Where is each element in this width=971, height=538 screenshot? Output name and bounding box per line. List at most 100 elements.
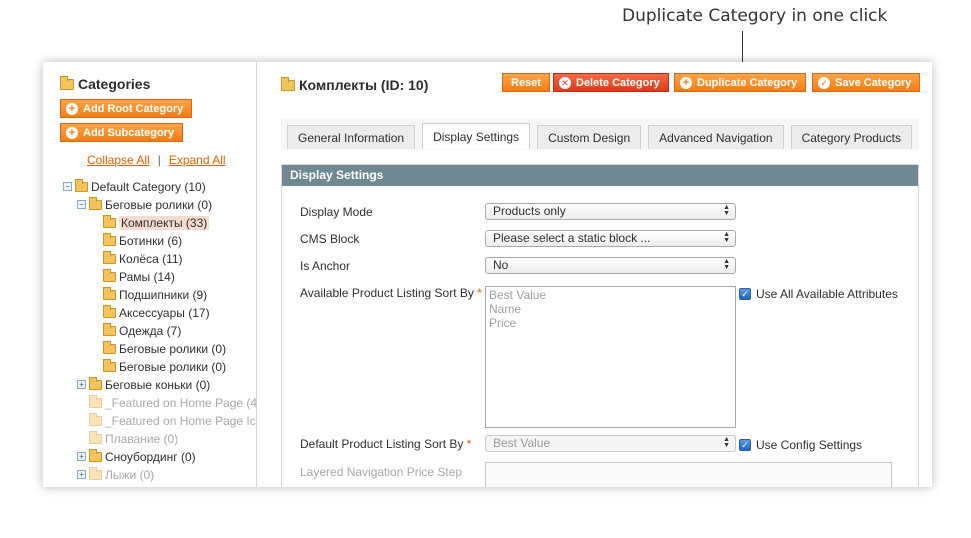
plus-icon: + bbox=[66, 102, 78, 115]
expand-toggle-icon[interactable]: + bbox=[77, 452, 86, 461]
tree-item[interactable]: Одежда (7) bbox=[103, 322, 181, 339]
tree-item-label: Подшипники (9) bbox=[119, 287, 208, 302]
tree-item[interactable]: Беговые ролики (0) bbox=[103, 340, 226, 357]
tree-item[interactable]: Плавание (0) bbox=[89, 430, 178, 447]
sort-by-label-text: Available Product Listing Sort By bbox=[300, 286, 474, 300]
use-config-settings-label: Use Config Settings bbox=[756, 438, 863, 452]
select-arrows-icon: ▲ ▼ bbox=[723, 204, 730, 217]
tree-item[interactable]: + Лыжи (0) bbox=[77, 466, 154, 483]
price-step-label: Layered Navigation Price Step bbox=[300, 465, 463, 479]
tree-item-label: Рамы (14) bbox=[119, 269, 175, 284]
tree-item-label: Комплекты (33) bbox=[119, 215, 210, 230]
is-anchor-value: No bbox=[493, 258, 509, 272]
folder-icon bbox=[103, 250, 116, 264]
page-title-text: Комплекты (ID: 10) bbox=[299, 77, 429, 93]
reset-label: Reset bbox=[511, 76, 541, 89]
expand-toggle-icon[interactable]: + bbox=[77, 380, 86, 389]
tree-item-label: Ботинки (6) bbox=[119, 233, 183, 248]
sort-by-label: Available Product Listing Sort By * bbox=[300, 286, 482, 300]
folder-icon bbox=[103, 268, 116, 282]
is-anchor-select[interactable]: No ▲ ▼ bbox=[485, 257, 736, 274]
expand-all-link[interactable]: Expand All bbox=[169, 153, 226, 167]
delete-icon: ✕ bbox=[559, 76, 571, 89]
use-all-attributes-label: Use All Available Attributes bbox=[756, 287, 898, 301]
duplicate-category-button[interactable]: + Duplicate Category bbox=[674, 73, 807, 92]
required-marker: * bbox=[477, 286, 482, 300]
collapse-toggle-icon[interactable]: − bbox=[77, 200, 86, 209]
add-subcategory-button[interactable]: + Add Subcategory bbox=[60, 123, 184, 142]
tab-custom-design[interactable]: Custom Design bbox=[537, 125, 642, 149]
admin-window: Categories + Add Root Category + Add Sub… bbox=[43, 62, 932, 487]
page-title: Комплекты (ID: 10) bbox=[281, 76, 429, 93]
tree-item[interactable]: Подшипники (9) bbox=[103, 286, 207, 303]
tab-list: General Information Display Settings Cus… bbox=[287, 123, 919, 149]
tree-item[interactable]: _Featured on Home Page (4 bbox=[89, 394, 257, 411]
tree-item[interactable]: Ботинки (6) bbox=[103, 232, 182, 249]
delete-category-button[interactable]: ✕ Delete Category bbox=[553, 73, 669, 92]
add-root-category-button[interactable]: + Add Root Category bbox=[60, 99, 193, 118]
folder-icon bbox=[103, 286, 116, 300]
tree-item[interactable]: + Сноубординг (0) bbox=[77, 448, 196, 465]
default-sort-label-text: Default Product Listing Sort By bbox=[300, 437, 464, 451]
sort-by-listbox[interactable]: Best Value Name Price bbox=[485, 286, 736, 428]
select-arrows-icon: ▲ ▼ bbox=[723, 231, 730, 244]
use-all-attributes-control[interactable]: ✓ Use All Available Attributes bbox=[739, 287, 898, 301]
display-mode-label: Display Mode bbox=[300, 205, 373, 219]
default-sort-select[interactable]: Best Value ▲ ▼ bbox=[485, 435, 736, 452]
tree-item[interactable]: + Беговые коньки (0) bbox=[77, 376, 210, 393]
save-category-button[interactable]: ✓ Save Category bbox=[812, 73, 921, 92]
tree-item-label: Беговые ролики (0) bbox=[119, 341, 227, 356]
cms-block-select[interactable]: Please select a static block ... ▲ ▼ bbox=[485, 230, 736, 247]
checkbox-checked-icon[interactable]: ✓ bbox=[739, 288, 751, 300]
tree-item-label: _Featured on Home Page (4 bbox=[105, 395, 258, 410]
tab-category-products[interactable]: Category Products bbox=[790, 125, 912, 149]
tree-item-label: Default Category (10) bbox=[91, 179, 206, 194]
tree-item-selected[interactable]: Комплекты (33) bbox=[103, 214, 210, 231]
tree-item[interactable]: Рамы (14) bbox=[103, 268, 175, 285]
tree-item-label: Аксессуары (17) bbox=[119, 305, 210, 320]
list-item[interactable]: Name bbox=[489, 302, 732, 316]
tab-display-settings[interactable]: Display Settings bbox=[422, 123, 531, 149]
folder-icon bbox=[89, 376, 102, 390]
folder-icon bbox=[89, 412, 102, 426]
tree-item[interactable]: − Беговые ролики (0) bbox=[77, 196, 212, 213]
default-sort-label: Default Product Listing Sort By * bbox=[300, 437, 471, 451]
links-separator: | bbox=[157, 153, 161, 167]
sidebar-title: Categories bbox=[60, 75, 150, 92]
reset-button[interactable]: Reset bbox=[502, 73, 550, 92]
select-arrows-icon: ▲ ▼ bbox=[723, 258, 730, 271]
tree-item[interactable]: _Featured on Home Page Ic bbox=[89, 412, 256, 429]
tree-item[interactable]: Аксессуары (17) bbox=[103, 304, 210, 321]
cms-block-label: CMS Block bbox=[300, 232, 360, 246]
folder-icon bbox=[103, 304, 116, 318]
display-mode-value: Products only bbox=[493, 204, 566, 218]
plus-icon: + bbox=[66, 126, 78, 139]
add-root-category-label: Add Root Category bbox=[83, 102, 184, 115]
use-config-settings-control[interactable]: ✓ Use Config Settings bbox=[739, 438, 862, 452]
expand-toggle-icon[interactable]: + bbox=[77, 470, 86, 479]
price-step-input[interactable] bbox=[485, 462, 892, 487]
folder-icon bbox=[103, 214, 116, 228]
tab-advanced-navigation[interactable]: Advanced Navigation bbox=[648, 125, 784, 149]
tree-item[interactable]: Колёса (11) bbox=[103, 250, 183, 267]
list-item[interactable]: Price bbox=[489, 316, 732, 330]
checkbox-checked-icon[interactable]: ✓ bbox=[739, 439, 751, 451]
tree-item-label: Колёса (11) bbox=[119, 251, 183, 266]
collapse-all-link[interactable]: Collapse All bbox=[87, 153, 150, 167]
tree-item-label: Беговые ролики (0) bbox=[105, 197, 213, 212]
display-mode-select[interactable]: Products only ▲ ▼ bbox=[485, 203, 736, 220]
add-subcategory-label: Add Subcategory bbox=[83, 126, 175, 139]
list-item[interactable]: Best Value bbox=[489, 288, 732, 302]
tree-item[interactable]: − Default Category (10) bbox=[63, 178, 206, 195]
folder-icon bbox=[89, 196, 102, 210]
required-marker: * bbox=[466, 437, 472, 451]
categories-sidebar: Categories + Add Root Category + Add Sub… bbox=[43, 62, 257, 487]
tab-general-information[interactable]: General Information bbox=[287, 125, 416, 149]
folder-icon bbox=[89, 448, 102, 462]
panel-title: Display Settings bbox=[282, 165, 918, 186]
folder-icon bbox=[89, 430, 102, 444]
collapse-toggle-icon[interactable]: − bbox=[63, 182, 72, 191]
tree-controls: Collapse All | Expand All bbox=[87, 153, 226, 167]
tree-item-label: Плавание (0) bbox=[105, 431, 179, 446]
tree-item[interactable]: Беговые ролики (0) bbox=[103, 358, 226, 375]
